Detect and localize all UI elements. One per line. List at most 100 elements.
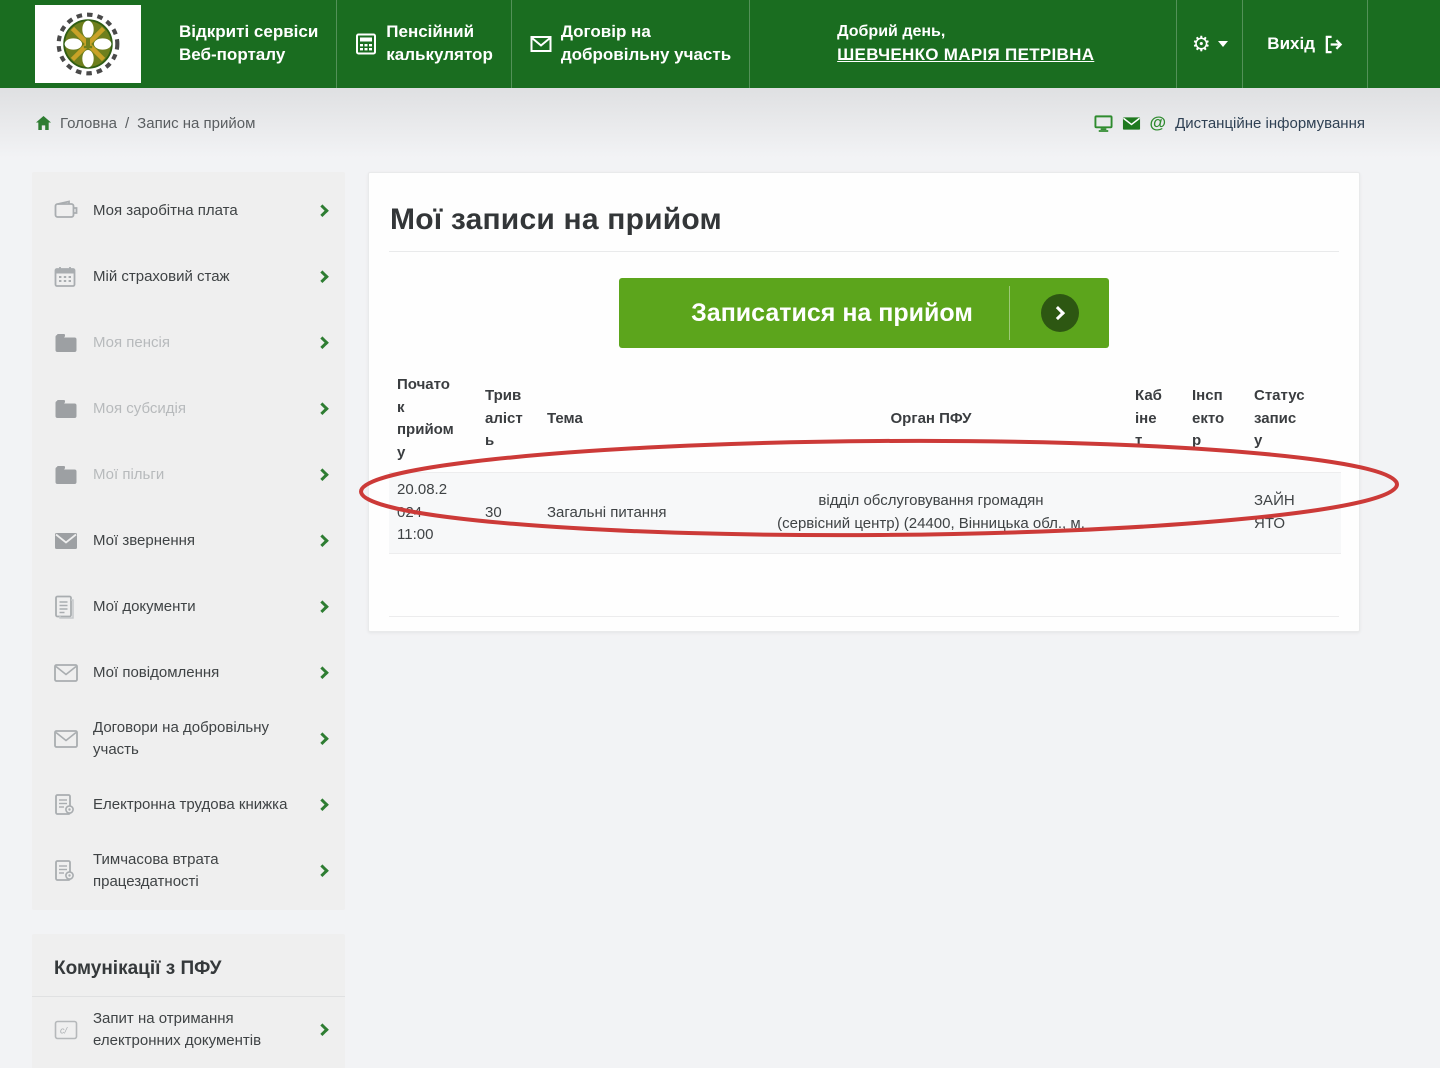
home-icon[interactable]: [35, 115, 52, 131]
user-name-link[interactable]: ШЕВЧЕНКО МАРІЯ ПЕТРІВНА: [837, 45, 1094, 65]
sidebar-communications-panel: Комунікації з ПФУ c/ Запит на отримання …: [32, 934, 345, 1068]
cell-status: ЗАЙН ЯТО: [1250, 473, 1341, 554]
user-greeting-block: Добрий день, ШЕВЧЕНКО МАРІЯ ПЕТРІВНА: [837, 0, 1176, 88]
request-document-icon: c/: [54, 1020, 81, 1040]
sidebar-item-pension[interactable]: Моя пенсія: [32, 310, 345, 376]
cell-cabinet: [1131, 473, 1188, 554]
breadcrumb-row: Головна / Запис на прийом @ Дистанційне …: [35, 108, 1365, 138]
envelope-outline-icon: [54, 664, 81, 682]
appointments-table: Почато к прийом у Трив аліст ь Тема Орга…: [389, 368, 1341, 554]
sidebar-item-benefits[interactable]: Мої пільги: [32, 442, 345, 508]
col-header-topic: Тема: [543, 368, 731, 473]
sidebar-main-panel: Моя заробітна плата Мій страховий стаж М…: [32, 172, 345, 910]
pfu-emblem-icon: [55, 11, 121, 77]
logout-label: Вихід: [1267, 34, 1315, 54]
breadcrumb-current: Запис на прийом: [137, 115, 255, 132]
sidebar-item-labor-book[interactable]: Електронна трудова книжка: [32, 772, 345, 838]
sidebar-item-notifications[interactable]: Мої повідомлення: [32, 640, 345, 706]
sidebar: Моя заробітна плата Мій страховий стаж М…: [32, 172, 345, 1068]
sidebar-item-label: Договори на добровільну участь: [81, 717, 317, 761]
title-divider: [389, 251, 1339, 252]
breadcrumb: Головна / Запис на прийом: [35, 115, 255, 132]
table-header-row: Почато к прийом у Трив аліст ь Тема Орга…: [389, 368, 1341, 473]
nav-open-services-label: Відкриті сервіси Веб-порталу: [179, 21, 318, 67]
sidebar-item-label: Моя субсидія: [81, 398, 317, 420]
chevron-right-icon: [317, 470, 329, 479]
header-spacer: [750, 0, 837, 88]
remote-info-block: @ Дистанційне інформування: [1094, 113, 1366, 133]
sidebar-item-voluntary-contracts[interactable]: Договори на добровільну участь: [32, 706, 345, 772]
chevron-right-icon: [317, 206, 329, 215]
app-header: Відкриті сервіси Веб-порталу Пенсійний к…: [0, 0, 1440, 88]
pfu-logo[interactable]: [35, 5, 141, 83]
sidebar-item-label: Моя пенсія: [81, 332, 317, 354]
document-gear-icon: [54, 793, 81, 817]
chevron-right-icon: [317, 668, 329, 677]
sidebar-item-label: Мої документи: [81, 596, 317, 618]
col-header-duration: Трив аліст ь: [481, 368, 543, 473]
sidebar-item-label: Мій страховий стаж: [81, 266, 317, 288]
folder-icon: [54, 465, 81, 485]
cell-start: 20.08.2 024 11:00: [389, 473, 481, 554]
remote-info-link[interactable]: Дистанційне інформування: [1175, 115, 1365, 132]
chevron-right-icon: [317, 338, 329, 347]
mail-icon[interactable]: [1122, 114, 1141, 133]
book-appointment-label: Записатися на прийом: [619, 299, 1009, 328]
logout-icon: [1324, 35, 1343, 54]
sidebar-item-label: Запит на отримання електронних документі…: [81, 1008, 317, 1052]
button-separator: [1009, 286, 1010, 340]
nav-pension-calculator[interactable]: Пенсійний калькулятор: [337, 0, 512, 88]
sidebar-item-label: Мої повідомлення: [81, 662, 317, 684]
col-header-inspector: Інсп екто р: [1188, 368, 1250, 473]
cell-topic: Загальні питання: [543, 473, 731, 554]
envelope-icon: [530, 33, 552, 55]
greeting-text: Добрий день,: [837, 23, 1094, 41]
calendar-icon: [54, 266, 81, 288]
folder-icon: [54, 399, 81, 419]
breadcrumb-separator: /: [125, 115, 129, 132]
book-appointment-button[interactable]: Записатися на прийом: [619, 278, 1109, 348]
envelope-outline-icon: [54, 730, 81, 748]
nav-voluntary-contract-label: Договір на добровільну участь: [561, 21, 731, 67]
sidebar-item-label: Електронна трудова книжка: [81, 794, 317, 816]
col-header-organ: Орган ПФУ: [731, 368, 1131, 473]
breadcrumb-home-link[interactable]: Головна: [60, 115, 117, 132]
sidebar-gap: [32, 910, 345, 934]
sidebar-item-label: Моя заробітна плата: [81, 200, 317, 222]
cell-duration: 30: [481, 473, 543, 554]
svg-text:c/: c/: [60, 1026, 69, 1036]
document-icon: [54, 595, 81, 619]
chevron-right-icon: [317, 602, 329, 611]
nav-open-services[interactable]: Відкриті сервіси Веб-порталу: [161, 0, 337, 88]
chevron-right-icon: [317, 800, 329, 809]
document-gear-icon: [54, 859, 81, 883]
calculator-icon: [355, 33, 377, 55]
folder-icon: [54, 333, 81, 353]
col-header-status: Статус запис у: [1250, 368, 1341, 473]
chevron-right-icon: [317, 404, 329, 413]
sidebar-item-insurance-record[interactable]: Мій страховий стаж: [32, 244, 345, 310]
monitor-icon[interactable]: [1094, 114, 1113, 133]
settings-button[interactable]: ⚙: [1176, 0, 1243, 88]
chevron-right-icon: [317, 866, 329, 875]
col-header-cabinet: Каб іне т: [1131, 368, 1188, 473]
logout-button[interactable]: Вихід: [1243, 0, 1368, 88]
sidebar-section-title: Комунікації з ПФУ: [32, 934, 345, 997]
col-header-start: Почато к прийом у: [389, 368, 481, 473]
header-end-pad: [1368, 0, 1440, 88]
sidebar-item-label: Тимчасова втрата працездатності: [81, 849, 317, 893]
sidebar-item-temporary-disability[interactable]: Тимчасова втрата працездатності: [32, 838, 345, 904]
at-icon[interactable]: @: [1150, 113, 1167, 133]
page-title: Мої записи на прийом: [390, 203, 1339, 237]
sidebar-item-salary[interactable]: Моя заробітна плата: [32, 178, 345, 244]
sidebar-item-edocument-request[interactable]: c/ Запит на отримання електронних докуме…: [32, 997, 345, 1063]
sidebar-item-label: Мої пільги: [81, 464, 317, 486]
card-bottom-divider: [389, 616, 1339, 617]
sidebar-item-documents[interactable]: Мої документи: [32, 574, 345, 640]
cell-inspector: [1188, 473, 1250, 554]
arrow-right-circle-icon: [1041, 294, 1079, 332]
chevron-right-icon: [317, 734, 329, 743]
sidebar-item-subsidy[interactable]: Моя субсидія: [32, 376, 345, 442]
nav-voluntary-contract[interactable]: Договір на добровільну участь: [512, 0, 750, 88]
sidebar-item-appeals[interactable]: Мої звернення: [32, 508, 345, 574]
